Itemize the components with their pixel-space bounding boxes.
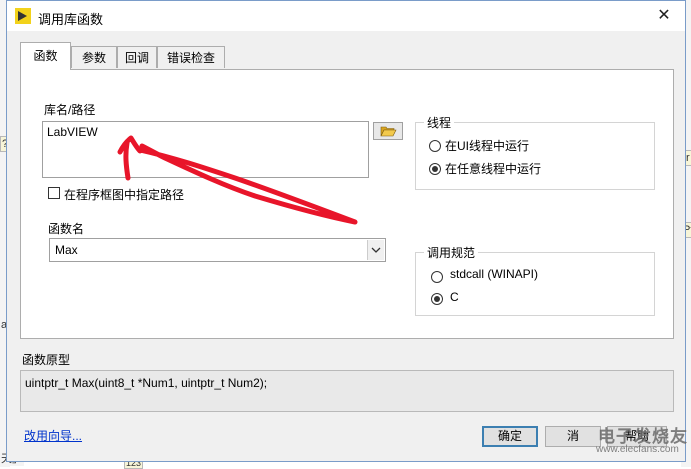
- thread-group: 线程 在UI线程中运行 在任意线程中运行: [415, 114, 655, 190]
- library-path-field[interactable]: LabVIEW: [42, 121, 369, 178]
- call-library-function-dialog: 调用库函数 ✕ 函数 参数 回调 错误检查 库名/路径 LabVIEW 在程序框…: [6, 0, 686, 462]
- thread-any-radio[interactable]: [429, 163, 441, 175]
- convention-c-label: C: [450, 290, 459, 304]
- close-icon[interactable]: ✕: [653, 7, 675, 25]
- tab-error-checking[interactable]: 错误检查: [157, 46, 225, 68]
- function-name-combobox[interactable]: Max: [49, 238, 386, 262]
- dropdown-button[interactable]: [367, 240, 384, 260]
- tab-callbacks[interactable]: 回调: [117, 46, 157, 68]
- labview-app-icon: [15, 8, 31, 24]
- function-tab-panel: 库名/路径 LabVIEW 在程序框图中指定路径 函数名 Max 线程 在UI线…: [20, 69, 674, 339]
- use-wizard-link[interactable]: 改用向导...: [24, 427, 82, 444]
- thread-ui-label: 在UI线程中运行: [445, 139, 530, 153]
- folder-open-icon: [380, 126, 397, 137]
- cancel-button[interactable]: 消: [545, 426, 601, 447]
- watermark-url-text: www.elecfans.com: [596, 444, 679, 455]
- title-bar[interactable]: 调用库函数 ✕: [7, 1, 685, 31]
- thread-any-label: 在任意线程中运行: [445, 162, 542, 176]
- window-title: 调用库函数: [38, 12, 104, 27]
- tab-function[interactable]: 函数: [20, 42, 71, 70]
- calling-convention-title: 调用规范: [424, 244, 479, 261]
- convention-c-radio[interactable]: [431, 293, 443, 305]
- specify-path-checkbox[interactable]: [48, 187, 60, 199]
- library-path-label: 库名/路径: [44, 103, 96, 117]
- specify-path-label: 在程序框图中指定路径: [64, 188, 185, 202]
- function-name-label: 函数名: [48, 222, 85, 236]
- convention-stdcall-radio[interactable]: [431, 271, 443, 283]
- chevron-down-icon: [371, 247, 381, 253]
- prototype-label: 函数原型: [22, 353, 71, 367]
- thread-ui-radio[interactable]: [429, 140, 441, 152]
- ok-button[interactable]: 确定: [482, 426, 538, 447]
- prototype-field: uintptr_t Max(uint8_t *Num1, uintptr_t N…: [20, 370, 674, 412]
- tab-parameters[interactable]: 参数: [71, 46, 117, 68]
- function-name-value: Max: [55, 243, 78, 257]
- convention-stdcall-label: stdcall (WINAPI): [450, 267, 539, 281]
- thread-group-title: 线程: [424, 114, 455, 131]
- calling-convention-group: 调用规范 stdcall (WINAPI) C: [415, 244, 655, 316]
- browse-folder-button[interactable]: [373, 122, 403, 140]
